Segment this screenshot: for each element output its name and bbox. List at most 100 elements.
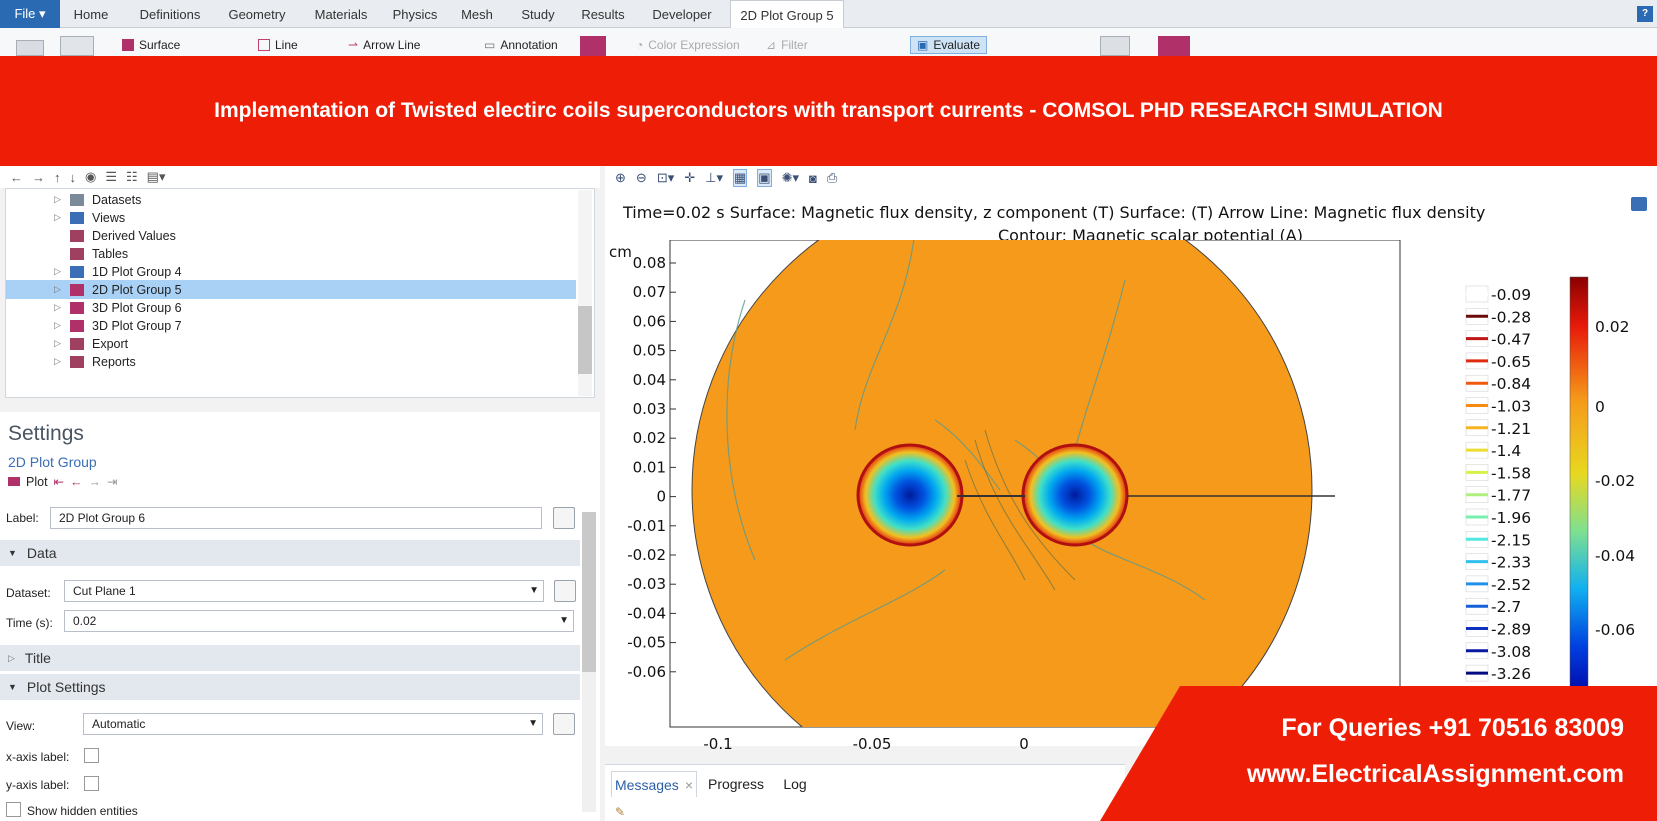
export-icon [70,337,84,350]
plot-canvas[interactable]: cm 0.08 0.07 0.06 0.05 0.04 0.03 0.02 0.01 0 -0.0… [605,240,1657,760]
tab-messages[interactable]: Messages × [611,771,697,797]
time-select[interactable]: 0.02 ▼ [64,610,574,632]
views-icon [70,211,84,224]
view-select[interactable]: Automatic ▼ [83,713,543,735]
tree-item[interactable]: ▷ Export [6,334,576,353]
zoom-box-icon[interactable]: ⊡▾ [657,170,674,186]
tree-item[interactable]: ▷ Reports [6,352,576,371]
back-icon[interactable]: ← [10,170,23,185]
expand-arrow-icon[interactable]: ▷ [54,212,64,223]
evaluate-icon: ▣ [917,38,929,52]
annotation-button[interactable]: ▭ Annotation [484,36,558,54]
line-button[interactable]: Line [258,36,298,54]
data-section-header[interactable]: ▼ Data [0,540,580,566]
zoom-extents-icon[interactable]: ✛ [684,170,695,186]
export-icon[interactable] [1100,36,1130,56]
xaxis-checkbox[interactable] [84,748,99,763]
color-expression-button[interactable]: ◔ Color Expression [636,36,740,54]
tab-2d-plot-group-5[interactable]: 2D Plot Group 5 [730,0,844,29]
show-hidden-checkbox[interactable] [6,802,21,817]
grid-icon[interactable]: ▦ [733,169,748,187]
tree-item[interactable]: ▷ 3D Plot Group 7 [6,316,576,335]
tab-developer[interactable]: Developer [642,0,722,28]
move-up-icon[interactable]: ↑ [54,170,61,185]
collapse-icon[interactable]: ☷ [126,169,138,185]
graphics-toolbar: ⊕ ⊖ ⊡▾ ✛ ⊥▾ ▦ ▣ ✺▾ ◙ ⎙ [615,168,837,188]
tab-geometry[interactable]: Geometry [220,0,294,28]
previous-icon[interactable]: ← [70,475,83,489]
settings-scrollbar-thumb[interactable] [582,512,596,672]
clear-icon[interactable]: ✎ [615,805,625,819]
expand-arrow-icon[interactable]: ▷ [54,302,64,313]
last-icon[interactable]: ⇥ [107,474,117,489]
surface-button[interactable]: Surface [122,36,180,54]
label-field[interactable]: 2D Plot Group 6 [50,507,542,529]
expand-arrow-icon[interactable]: ▷ [54,266,64,277]
filter-button[interactable]: ⊿ Filter [766,36,808,54]
plot-icon[interactable] [16,40,44,56]
help-icon[interactable]: ? [1637,6,1653,22]
arrow-line-button[interactable]: ⇀ Arrow Line [348,36,420,54]
tab-physics[interactable]: Physics [386,0,444,28]
tab-mesh[interactable]: Mesh [452,0,502,28]
contour-legend-label: -1.03 [1491,398,1531,416]
file-menu-button[interactable]: File ▾ [0,0,60,28]
axis-icon[interactable]: ▣ [757,169,772,187]
tree-scrollbar-thumb[interactable] [578,306,592,374]
tree-item[interactable]: ▷ Views [6,208,576,227]
tab-log[interactable]: Log [775,771,815,797]
settings-panel: Settings 2D Plot Group Plot ⇤ ← → ⇥ Labe… [0,412,600,821]
expand-arrow-icon[interactable]: ▷ [54,320,64,331]
forward-icon[interactable]: → [32,170,45,185]
zoom-in-icon[interactable]: ⊕ [615,170,626,186]
tree-item[interactable]: ▷ 2D Plot Group 5 [6,280,576,299]
tab-definitions[interactable]: Definitions [126,0,214,28]
colorbar-tick-label: -0.02 [1595,472,1635,490]
camera-icon[interactable]: ◙ [809,171,817,186]
tree-menu-icon[interactable]: ▤▾ [147,169,166,185]
tree-item[interactable]: ▷ Datasets [6,190,576,209]
image-icon[interactable] [1158,36,1190,56]
expand-arrow-icon: ▷ [8,652,15,663]
first-icon[interactable]: ⇤ [54,474,64,489]
contour-legend-label: -1.58 [1491,464,1531,482]
dataset-goto-icon[interactable] [554,580,576,602]
evaluate-button[interactable]: ▣ Evaluate [910,36,988,54]
datasets-icon [70,193,84,206]
close-icon[interactable]: × [685,777,693,793]
yaxis-checkbox[interactable] [84,776,99,791]
y-tick-label: 0.03 [633,400,666,418]
expand-arrow-icon[interactable]: ▷ [54,338,64,349]
tab-home[interactable]: Home [62,0,120,28]
next-icon[interactable]: → [89,475,102,489]
print-icon[interactable]: ⎙ [827,170,837,186]
tree-item[interactable]: Tables [6,244,576,263]
expand-icon[interactable]: ☰ [105,169,117,185]
plot-in-icon[interactable] [60,36,94,56]
expand-arrow-icon[interactable]: ▷ [54,284,64,295]
label-value: 2D Plot Group 6 [59,511,146,525]
expand-arrow-icon[interactable]: ▷ [54,194,64,205]
show-icon[interactable]: ◉ [85,169,96,185]
tab-results[interactable]: Results [572,0,634,28]
graphics-options-icon[interactable] [1631,197,1647,211]
tree-item[interactable]: ▷ 3D Plot Group 6 [6,298,576,317]
scene-light-icon[interactable]: ✺▾ [782,170,799,186]
plot-command[interactable]: Plot [26,475,48,489]
tree-item[interactable]: ▷ 1D Plot Group 4 [6,262,576,281]
tab-progress[interactable]: Progress [701,771,771,797]
tree-item[interactable]: Derived Values [6,226,576,245]
zoom-out-icon[interactable]: ⊖ [636,170,647,186]
expand-arrow-icon[interactable]: ▷ [54,356,64,367]
line-icon [258,39,270,51]
axes-icon[interactable]: ⊥▾ [705,170,723,186]
tab-materials[interactable]: Materials [303,0,379,28]
title-section-header[interactable]: ▷ Title [0,645,580,671]
view-goto-icon[interactable] [553,713,575,735]
tab-study[interactable]: Study [512,0,564,28]
more-plots-icon[interactable] [580,36,606,56]
move-down-icon[interactable]: ↓ [70,170,77,185]
plot-settings-section-header[interactable]: ▼ Plot Settings [0,674,580,700]
label-edit-icon[interactable] [553,507,575,529]
dataset-select[interactable]: Cut Plane 1 ▼ [64,580,544,602]
